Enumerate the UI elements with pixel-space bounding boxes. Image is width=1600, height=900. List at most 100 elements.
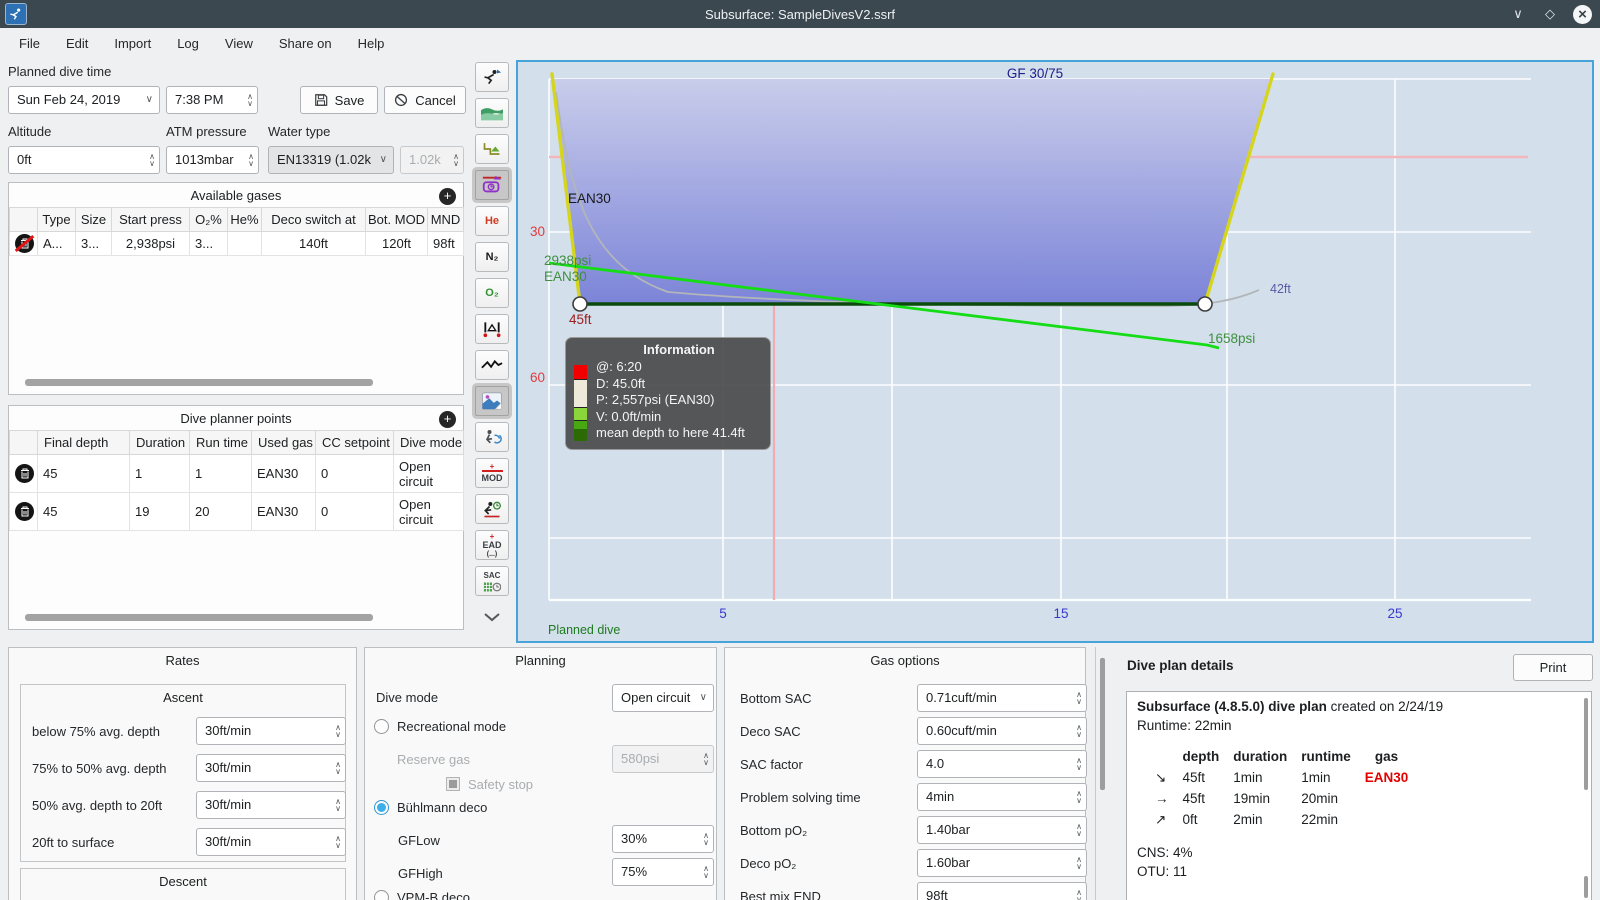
menu-log[interactable]: Log (164, 32, 212, 55)
point-runtime-cell[interactable]: 20 (189, 492, 252, 531)
gas-option-spinner-0[interactable]: 0.71cuft/min (917, 684, 1087, 712)
he-graph-toggle[interactable]: He (475, 206, 509, 236)
delete-icon[interactable] (15, 502, 34, 521)
print-button[interactable]: Print (1513, 654, 1593, 681)
gflow-spinner[interactable]: 30% (612, 825, 714, 853)
calc-ceiling-toggle[interactable] (475, 62, 509, 92)
spinner-arrows-icon[interactable] (149, 148, 155, 172)
menu-view[interactable]: View (212, 32, 266, 55)
ndl-toggle[interactable] (475, 494, 509, 524)
plan-notes-vscrollbar-fragment[interactable] (1584, 876, 1588, 898)
cancel-button[interactable]: Cancel (384, 86, 466, 114)
gas-option-spinner-4[interactable]: 1.40bar (917, 816, 1087, 844)
spinner-arrows-icon[interactable] (1076, 719, 1082, 743)
water-type-select[interactable]: EN13319 (1.02k (268, 146, 394, 174)
gfhigh-spinner[interactable]: 75% (612, 858, 714, 886)
safety-stop-checkbox[interactable] (446, 777, 460, 791)
spinner-arrows-icon[interactable] (1076, 818, 1082, 842)
point-mode-cell[interactable]: Open circuit (393, 492, 464, 531)
point-depth-cell[interactable]: 45 (37, 492, 130, 531)
gases-col-o2[interactable]: O₂% (189, 207, 228, 232)
point-runtime-cell[interactable]: 1 (189, 454, 252, 493)
gases-col-bot-mod[interactable]: Bot. MOD (365, 207, 428, 232)
point-delete-cell[interactable] (9, 492, 38, 531)
vpmb-deco-radio[interactable] (374, 890, 389, 900)
rate-spinner-1[interactable]: 30ft/min (196, 754, 346, 782)
points-col-mode[interactable]: Dive mode (393, 430, 464, 455)
point-delete-cell[interactable] (9, 454, 38, 493)
gas-type-cell[interactable]: A... (37, 231, 76, 256)
salinity-waves-toggle[interactable] (475, 98, 509, 128)
gases-col-size[interactable]: Size (75, 207, 112, 232)
o2-graph-toggle[interactable]: O₂ (475, 278, 509, 308)
gas-he-cell[interactable] (227, 231, 262, 256)
gas-start-press-cell[interactable]: 2,938psi (111, 231, 190, 256)
gas-option-spinner-2[interactable]: 4.0 (917, 750, 1087, 778)
gas-deco-switch-cell[interactable]: 140ft (261, 231, 366, 256)
gas-mnd-cell[interactable]: 98ft (427, 231, 464, 256)
gas-option-spinner-3[interactable]: 4min (917, 783, 1087, 811)
delete-icon[interactable] (15, 464, 34, 483)
n2-graph-toggle[interactable]: N₂ (475, 242, 509, 272)
spinner-arrows-icon[interactable] (335, 830, 341, 854)
gases-col-type[interactable]: Type (37, 207, 76, 232)
spinner-arrows-icon[interactable] (1076, 686, 1082, 710)
plan-notes-vscrollbar[interactable] (1584, 698, 1588, 790)
spinner-arrows-icon[interactable] (335, 756, 341, 780)
gas-delete-cell[interactable] (9, 231, 38, 256)
gas-option-spinner-6[interactable]: 98ft (917, 882, 1087, 900)
gases-col-he[interactable]: He% (227, 207, 262, 232)
info-tooltip[interactable]: Information @: 6:20 D: 45.0ft P: 2,557ps… (565, 337, 771, 450)
points-col-setpoint[interactable]: CC setpoint (315, 430, 394, 455)
gas-option-spinner-1[interactable]: 0.60cuft/min (917, 717, 1087, 745)
rate-spinner-2[interactable]: 30ft/min (196, 791, 346, 819)
add-point-button[interactable] (439, 411, 456, 428)
point-duration-cell[interactable]: 19 (129, 492, 190, 531)
gases-hscrollbar[interactable] (25, 379, 373, 386)
menu-edit[interactable]: Edit (53, 32, 101, 55)
atm-pressure-spinner[interactable]: 1013mbar (166, 146, 259, 174)
ruler-toggle[interactable] (475, 314, 509, 344)
spinner-arrows-icon[interactable] (703, 827, 709, 851)
photos-toggle[interactable] (475, 386, 509, 416)
point-mode-cell[interactable]: Open circuit (393, 454, 464, 493)
point-duration-cell[interactable]: 1 (129, 454, 190, 493)
mod-toggle[interactable]: + MOD (475, 458, 509, 488)
altitude-spinner[interactable]: 0ft (8, 146, 160, 174)
spinner-arrows-icon[interactable] (335, 719, 341, 743)
dive-plan-notes[interactable]: Subsurface (4.8.5.0) dive plan created o… (1126, 691, 1592, 900)
spinner-arrows-icon[interactable] (1076, 752, 1082, 776)
rate-spinner-0[interactable]: 30ft/min (196, 717, 346, 745)
gases-col-mnd[interactable]: MND (427, 207, 464, 232)
spinner-arrows-icon[interactable] (247, 88, 253, 112)
point-depth-cell[interactable]: 45 (37, 454, 130, 493)
sac-toggle[interactable]: SAC (475, 566, 509, 596)
menu-help[interactable]: Help (345, 32, 398, 55)
spinner-arrows-icon[interactable] (335, 793, 341, 817)
point-gas-cell[interactable]: EAN30 (251, 492, 316, 531)
buhlmann-deco-radio[interactable] (374, 800, 389, 815)
gas-option-spinner-5[interactable]: 1.60bar (917, 849, 1087, 877)
spinner-arrows-icon[interactable] (1076, 785, 1082, 809)
point-setpoint-cell[interactable]: 0 (315, 454, 394, 493)
dive-profile-chart[interactable]: GF 30/75 EAN30 30 60 2938psi EAN30 45ft … (516, 60, 1594, 643)
points-col-runtime[interactable]: Run time (189, 430, 252, 455)
gas-o2-cell[interactable]: 3... (189, 231, 228, 256)
recreational-mode-radio[interactable] (374, 719, 389, 734)
scroll-down-button[interactable] (475, 602, 509, 632)
points-col-depth[interactable]: Final depth (37, 430, 130, 455)
spinner-arrows-icon[interactable] (248, 148, 254, 172)
minimize-button[interactable] (1509, 5, 1527, 23)
ceiling-threshold-toggle[interactable] (475, 134, 509, 164)
point-setpoint-cell[interactable]: 0 (315, 492, 394, 531)
bottom-vscrollbar[interactable] (1100, 658, 1105, 790)
tissue-heatmap-toggle[interactable] (475, 170, 509, 200)
menu-share-on[interactable]: Share on (266, 32, 345, 55)
delete-disabled-icon[interactable] (15, 234, 34, 253)
spinner-arrows-icon[interactable] (703, 860, 709, 884)
gases-col-deco-switch[interactable]: Deco switch at (261, 207, 366, 232)
point-gas-cell[interactable]: EAN30 (251, 454, 316, 493)
maximize-button[interactable] (1541, 5, 1559, 23)
dive-mode-select[interactable]: Open circuit (612, 684, 714, 712)
profile-handle-start[interactable] (572, 296, 588, 312)
